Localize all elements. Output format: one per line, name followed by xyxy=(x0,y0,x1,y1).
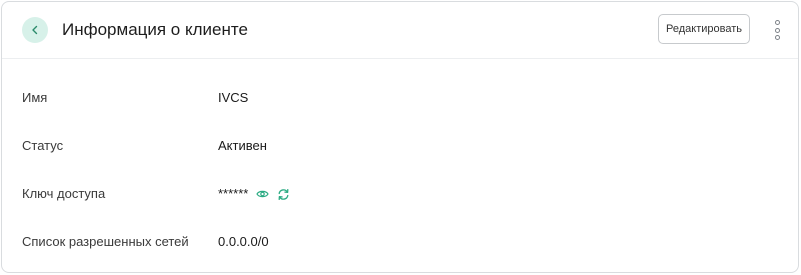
field-label-name: Имя xyxy=(22,90,48,105)
field-value-allowed-networks: 0.0.0.0/0 xyxy=(218,234,269,249)
client-info-card: Информация о клиенте Редактировать Имя I… xyxy=(1,1,799,273)
chevron-left-icon xyxy=(32,25,38,35)
field-label-status: Статус xyxy=(22,138,64,153)
eye-icon[interactable] xyxy=(256,189,270,199)
field-value-name: IVCS xyxy=(218,90,249,105)
card-header: Информация о клиенте Редактировать xyxy=(2,2,798,59)
page-title: Информация о клиенте xyxy=(62,20,248,39)
more-vertical-icon[interactable] xyxy=(770,18,784,42)
refresh-icon[interactable] xyxy=(277,188,290,201)
field-row-access-key: Ключ доступа ****** xyxy=(22,184,782,204)
back-button[interactable] xyxy=(22,17,48,43)
field-label-access-key: Ключ доступа xyxy=(22,186,106,201)
field-row-allowed-networks: Список разрешенных сетей 0.0.0.0/0 xyxy=(22,232,782,252)
field-row-status: Статус Активен xyxy=(22,136,782,156)
access-key-masked: ****** xyxy=(218,186,249,201)
field-value-status: Активен xyxy=(218,138,267,153)
field-label-allowed-networks: Список разрешенных сетей xyxy=(22,234,189,249)
field-value-access-key-wrap: ****** xyxy=(218,186,290,202)
edit-button[interactable]: Редактировать xyxy=(658,14,750,44)
field-row-name: Имя IVCS xyxy=(22,88,782,108)
